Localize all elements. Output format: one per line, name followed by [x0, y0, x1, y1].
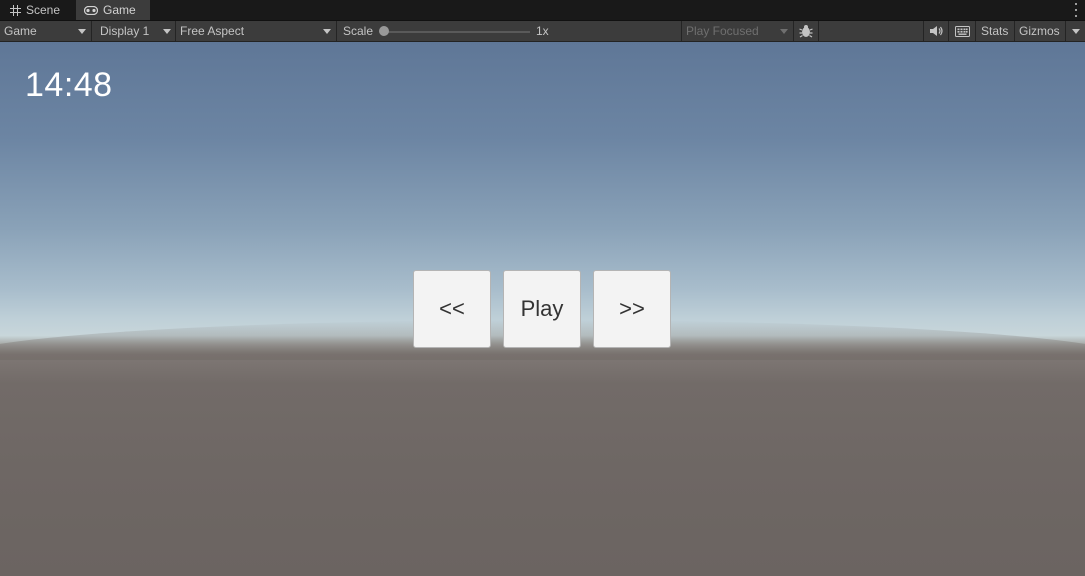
game-clock: 14:48: [25, 66, 113, 104]
toolbar-divider: [818, 21, 819, 41]
game-toolbar: Game Display 1 Free Aspect Scale 1x Play…: [0, 21, 1085, 42]
audio-icon[interactable]: [927, 21, 945, 41]
scale-value: 1x: [536, 24, 549, 38]
toolbar-divider: [681, 21, 682, 41]
toolbar-divider: [1065, 21, 1066, 41]
toolbar-divider: [91, 21, 92, 41]
gamepad-icon: [84, 5, 98, 15]
tab-game-label: Game: [103, 3, 136, 17]
chevron-down-icon: [323, 29, 331, 34]
next-button[interactable]: >>: [593, 270, 671, 348]
play-button[interactable]: Play: [503, 270, 581, 348]
toolbar-divider: [923, 21, 924, 41]
chevron-down-icon: [780, 29, 788, 34]
grid-icon: [10, 4, 21, 16]
toolbar-divider: [948, 21, 949, 41]
toolbar-divider: [1014, 21, 1015, 41]
tab-game[interactable]: Game: [76, 0, 150, 20]
aspect-dropdown[interactable]: Free Aspect: [180, 21, 334, 41]
game-viewport: 14:48 << Play >>: [0, 42, 1085, 576]
tab-bar: Scene Game: [0, 0, 1085, 21]
more-options-icon[interactable]: [1073, 3, 1079, 17]
tab-scene[interactable]: Scene: [2, 0, 74, 20]
scale-label: Scale: [343, 24, 374, 38]
toolbar-divider: [793, 21, 794, 41]
scale-slider-handle[interactable]: [379, 26, 389, 36]
toolbar-divider: [175, 21, 176, 41]
bug-icon[interactable]: [797, 21, 815, 41]
view-mode-label: Game: [4, 24, 37, 38]
unity-game-window: Scene Game Game Display 1 Free Aspect Sc…: [0, 0, 1085, 576]
previous-button[interactable]: <<: [413, 270, 491, 348]
aspect-label: Free Aspect: [180, 24, 245, 38]
scale-slider-track[interactable]: [385, 31, 530, 33]
display-dropdown[interactable]: Display 1: [100, 21, 174, 41]
play-mode-dropdown[interactable]: Play Focused: [686, 21, 790, 41]
chevron-down-icon: [78, 29, 86, 34]
keyboard-icon[interactable]: [952, 21, 972, 41]
chevron-down-icon: [163, 29, 171, 34]
play-mode-label: Play Focused: [686, 24, 759, 38]
display-label: Display 1: [100, 24, 150, 38]
toolbar-divider: [975, 21, 976, 41]
gizmos-button[interactable]: Gizmos: [1019, 21, 1060, 41]
chevron-down-icon: [1072, 29, 1080, 34]
view-mode-dropdown[interactable]: Game: [4, 21, 90, 41]
tab-scene-label: Scene: [26, 3, 61, 17]
gizmos-dropdown[interactable]: [1067, 21, 1085, 41]
stats-button[interactable]: Stats: [981, 21, 1008, 41]
toolbar-divider: [336, 21, 337, 41]
